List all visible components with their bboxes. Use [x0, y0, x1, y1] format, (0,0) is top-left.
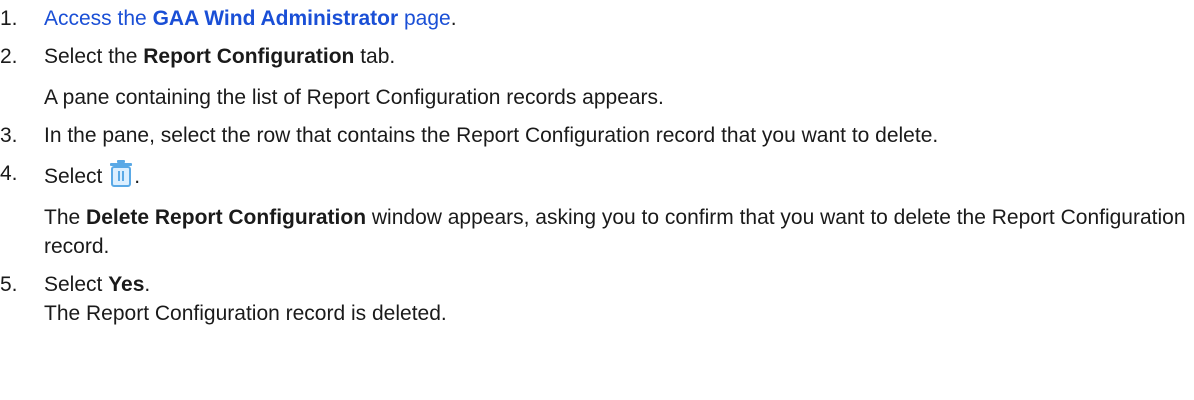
ui-label-yes: Yes — [108, 273, 145, 296]
procedure-steps: 1. Access the GAA Wind Administrator pag… — [0, 0, 1194, 328]
step-number: 5. — [0, 273, 18, 296]
step-3: 3. In the pane, select the row that cont… — [0, 121, 1194, 150]
step-text: Select . — [44, 159, 1194, 191]
step-1: 1. Access the GAA Wind Administrator pag… — [0, 4, 1194, 33]
step-number: 1. — [0, 7, 18, 30]
step-result: A pane containing the list of Report Con… — [44, 86, 664, 109]
step-number: 4. — [0, 162, 18, 185]
trash-icon — [108, 159, 134, 187]
step-4: 4. Select . The Delete Report Configurat… — [0, 159, 1194, 261]
step-number: 2. — [0, 45, 18, 68]
step-2: 2. Select the Report Configuration tab. … — [0, 42, 1194, 112]
step-text: In the pane, select the row that contain… — [44, 124, 939, 147]
step-result: The Report Configuration record is delet… — [44, 302, 447, 325]
step-result: The Delete Report Configuration window a… — [44, 206, 1186, 258]
step-text: Access the GAA Wind Administrator page. — [44, 7, 457, 30]
ui-label-report-configuration: Report Configuration — [143, 45, 355, 68]
gaa-wind-administrator-link[interactable]: Access the GAA Wind Administrator page — [44, 7, 451, 30]
step-text: Select Yes. — [44, 273, 151, 296]
step-text: Select the Report Configuration tab. — [44, 45, 396, 68]
step-number: 3. — [0, 124, 18, 147]
ui-label-delete-report-configuration: Delete Report Configuration — [86, 206, 367, 229]
step-5: 5. Select Yes. The Report Configuration … — [0, 270, 1194, 328]
